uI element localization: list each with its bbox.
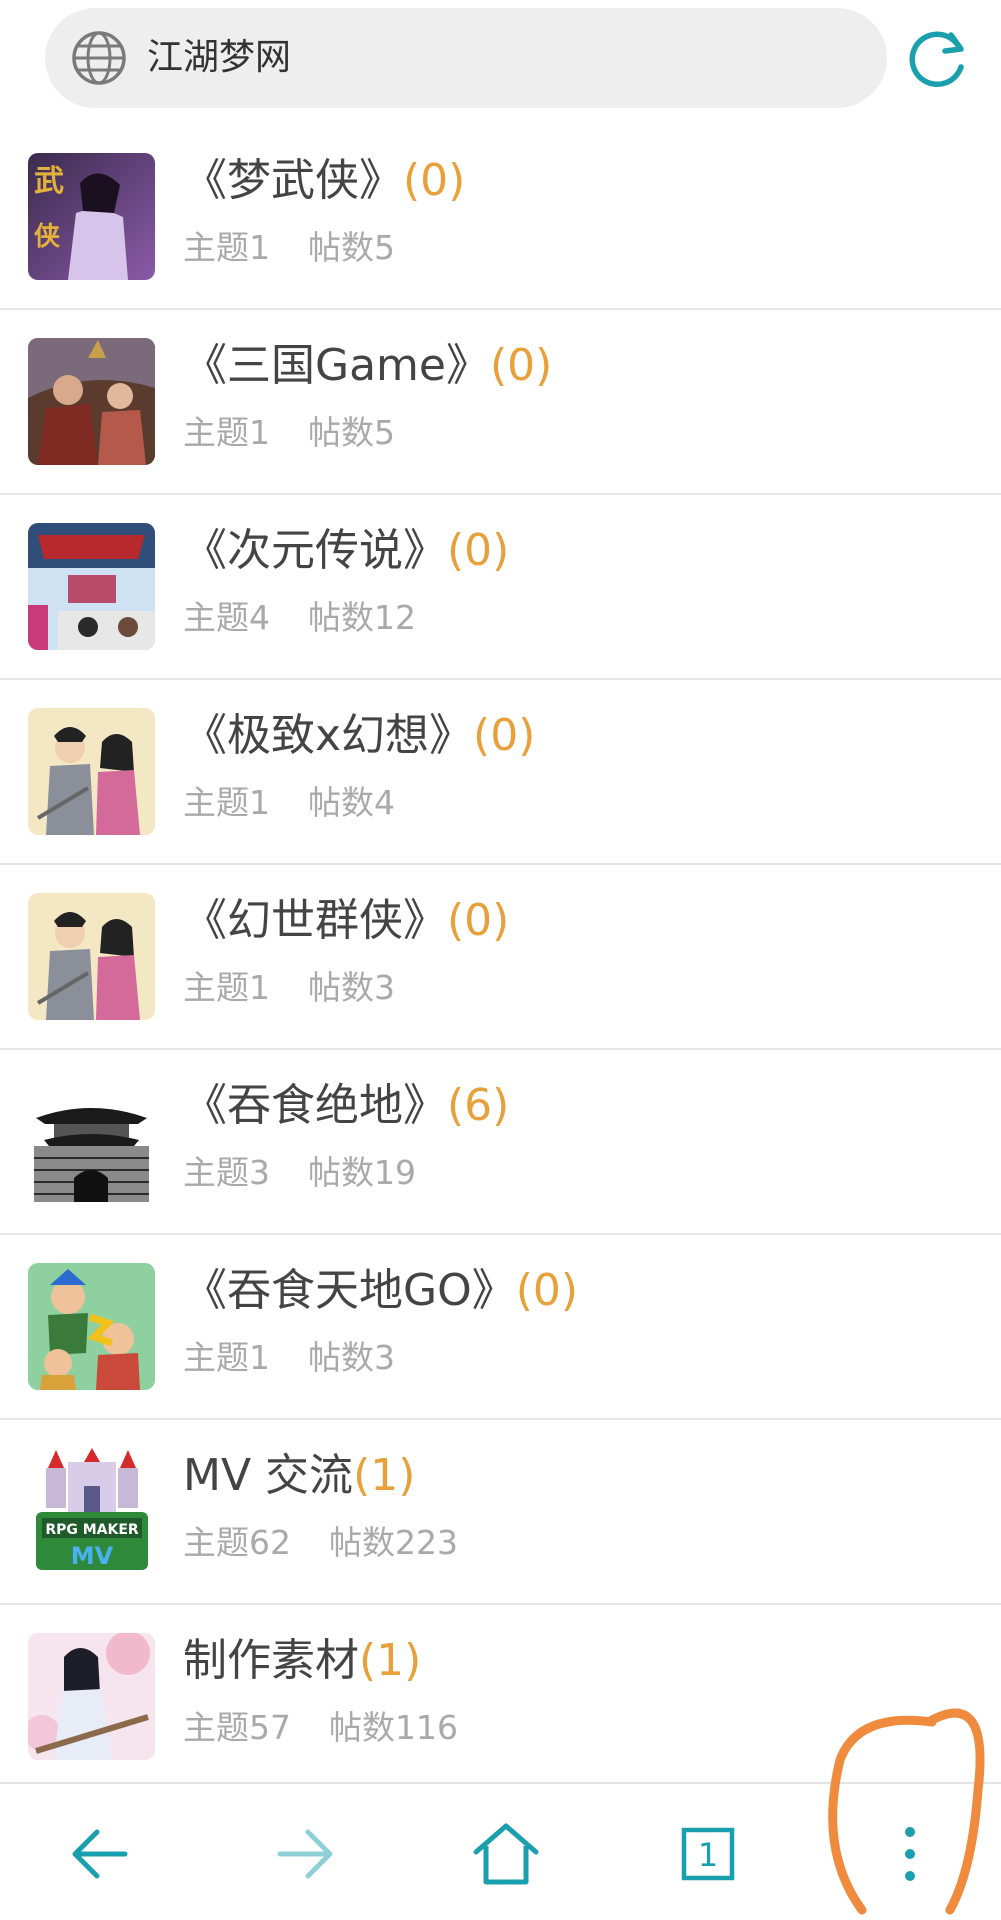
forum-stats: 主题3 帖数19	[183, 1148, 416, 1198]
post-count: 帖数5	[308, 228, 395, 267]
topic-count: 主题1	[183, 1338, 270, 1377]
post-count: 帖数3	[308, 1338, 395, 1377]
forum-title[interactable]: 《三国Game》(0)	[183, 336, 552, 396]
forum-name: 《吞食绝地》	[183, 1080, 447, 1131]
bottom-nav-bar: 1	[0, 1782, 1001, 1920]
globe-icon	[72, 31, 126, 85]
topic-count: 主题62	[183, 1523, 291, 1562]
svg-text:RPG MAKER: RPG MAKER	[45, 1522, 139, 1538]
forum-stats: 主题57 帖数116	[183, 1703, 458, 1753]
forum-thumbnail	[28, 1078, 155, 1205]
forum-thumbnail	[28, 708, 155, 835]
post-count: 帖数4	[308, 783, 395, 822]
forum-title[interactable]: 《次元传说》(0)	[183, 521, 509, 581]
post-count: 帖数223	[329, 1523, 458, 1562]
reload-icon[interactable]	[903, 25, 971, 93]
forum-new-count: (0)	[403, 155, 466, 206]
forum-title[interactable]: 《吞食天地GO》(0)	[183, 1261, 578, 1321]
forum-row[interactable]: 制作素材(1) 主题57 帖数116	[0, 1605, 1001, 1790]
svg-text:MV: MV	[71, 1542, 114, 1570]
topic-count: 主题4	[183, 598, 270, 637]
site-title: 江湖梦网	[147, 37, 292, 78]
forum-row[interactable]: 《极致x幻想》(0) 主题1 帖数4	[0, 680, 1001, 865]
forum-name: 《吞食天地GO》	[183, 1265, 516, 1316]
forum-title[interactable]: 《吞食绝地》(6)	[183, 1076, 509, 1136]
forum-title[interactable]: MV 交流(1)	[183, 1446, 415, 1506]
forum-list: 武 侠 《梦武侠》(0) 主题1 帖数5 《三国Game》(0) 主题1 帖数5…	[0, 125, 1001, 1790]
forum-thumbnail	[28, 893, 155, 1020]
forum-name: 《次元传说》	[183, 525, 447, 576]
post-count: 帖数19	[308, 1153, 416, 1192]
forum-name: 《三国Game》	[183, 340, 490, 391]
forum-row[interactable]: 武 侠 《梦武侠》(0) 主题1 帖数5	[0, 125, 1001, 310]
forum-thumbnail	[28, 338, 155, 465]
forum-new-count: (0)	[515, 1265, 579, 1316]
forum-stats: 主题1 帖数3	[183, 1333, 395, 1383]
topic-count: 主题57	[183, 1708, 291, 1747]
forum-row[interactable]: 《次元传说》(0) 主题4 帖数12	[0, 495, 1001, 680]
home-icon	[473, 1823, 539, 1885]
tabs-icon: 1	[681, 1827, 735, 1881]
forum-title[interactable]: 《梦武侠》(0)	[183, 151, 465, 211]
address-bar: 江湖梦网	[0, 0, 1001, 130]
forum-title[interactable]: 《幻世群侠》(0)	[183, 891, 509, 951]
browser-page: 江湖梦网 武 侠 《梦武侠》(0) 主题1 帖数5 《三国Game》(0) 主题…	[0, 0, 1001, 1920]
menu-button[interactable]	[870, 1814, 950, 1894]
post-count: 帖数3	[308, 968, 395, 1007]
forum-name: 《极致x幻想》	[183, 710, 474, 761]
forum-stats: 主题1 帖数5	[183, 408, 395, 458]
forum-name: 《幻世群侠》	[183, 895, 447, 946]
tabs-count: 1	[698, 1836, 718, 1874]
forum-stats: 主题62 帖数223	[183, 1518, 458, 1568]
forum-title[interactable]: 制作素材(1)	[183, 1631, 421, 1691]
forum-name: 制作素材	[183, 1635, 359, 1686]
topic-count: 主题1	[183, 228, 270, 267]
forum-name: MV 交流	[183, 1450, 354, 1501]
forum-row[interactable]: RPG MAKER MV MV 交流(1) 主题62 帖数223	[0, 1420, 1001, 1605]
topic-count: 主题1	[183, 968, 270, 1007]
forum-stats: 主题4 帖数12	[183, 593, 416, 643]
forum-new-count: (1)	[353, 1450, 416, 1501]
forum-new-count: (1)	[359, 1635, 422, 1686]
forum-row[interactable]: 《三国Game》(0) 主题1 帖数5	[0, 310, 1001, 495]
arrow-right-icon	[277, 1829, 333, 1879]
svg-text:侠: 侠	[34, 221, 61, 252]
post-count: 帖数12	[308, 598, 416, 637]
forum-thumbnail	[28, 1263, 155, 1390]
topic-count: 主题3	[183, 1153, 270, 1192]
svg-text:武: 武	[34, 164, 64, 199]
forum-thumbnail	[28, 523, 155, 650]
forum-new-count: (0)	[447, 895, 510, 946]
topic-count: 主题1	[183, 413, 270, 452]
forum-thumbnail	[28, 1633, 155, 1760]
forum-new-count: (6)	[447, 1080, 510, 1131]
back-button[interactable]	[61, 1814, 141, 1894]
topic-count: 主题1	[183, 783, 270, 822]
tabs-button[interactable]: 1	[668, 1814, 748, 1894]
forum-new-count: (0)	[490, 340, 553, 391]
post-count: 帖数116	[329, 1708, 458, 1747]
forum-thumbnail: 武 侠	[28, 153, 155, 280]
post-count: 帖数5	[308, 413, 395, 452]
forum-new-count: (0)	[473, 710, 536, 761]
forum-row[interactable]: 《吞食绝地》(6) 主题3 帖数19	[0, 1050, 1001, 1235]
arrow-left-icon	[72, 1829, 128, 1879]
more-vertical-icon	[905, 1827, 915, 1881]
forum-stats: 主题1 帖数3	[183, 963, 395, 1013]
home-button[interactable]	[466, 1814, 546, 1894]
forum-new-count: (0)	[447, 525, 510, 576]
url-field[interactable]: 江湖梦网	[45, 8, 887, 108]
forum-thumbnail: RPG MAKER MV	[28, 1448, 155, 1575]
forward-button[interactable]	[264, 1814, 344, 1894]
forum-name: 《梦武侠》	[183, 155, 403, 206]
forum-row[interactable]: 《吞食天地GO》(0) 主题1 帖数3	[0, 1235, 1001, 1420]
forum-stats: 主题1 帖数5	[183, 223, 395, 273]
forum-row[interactable]: 《幻世群侠》(0) 主题1 帖数3	[0, 865, 1001, 1050]
forum-title[interactable]: 《极致x幻想》(0)	[183, 706, 535, 766]
forum-stats: 主题1 帖数4	[183, 778, 395, 828]
